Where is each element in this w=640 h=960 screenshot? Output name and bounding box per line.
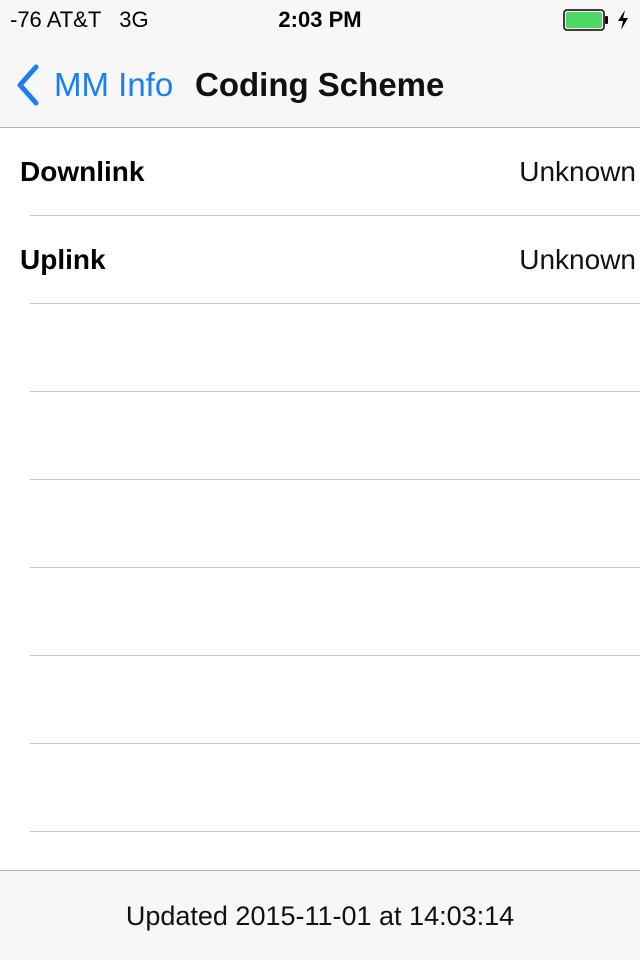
empty-row-separator xyxy=(30,391,640,392)
table-row-downlink: Downlink Unknown xyxy=(0,128,640,216)
empty-row-separator xyxy=(30,831,640,832)
empty-row-separator xyxy=(30,743,640,744)
row-label: Downlink xyxy=(20,156,145,187)
row-label: Uplink xyxy=(20,244,106,275)
row-value: Unknown xyxy=(519,156,636,187)
top-bar: -76 AT&T 3G 2:03 PM MM Info Coding Scheme xyxy=(0,0,640,128)
empty-row-separator xyxy=(30,655,640,656)
footer-toolbar: Updated 2015-11-01 at 14:03:14 xyxy=(0,870,640,960)
screen: -76 AT&T 3G 2:03 PM MM Info Coding Scheme… xyxy=(0,0,640,960)
empty-row-separator xyxy=(30,479,640,480)
back-button-label: MM Info xyxy=(54,66,174,103)
back-button[interactable]: MM Info xyxy=(14,60,173,110)
row-separator xyxy=(30,303,640,304)
table-row-uplink: Uplink Unknown xyxy=(0,216,640,304)
page-title: Coding Scheme xyxy=(195,66,445,103)
updated-timestamp: Updated 2015-11-01 at 14:03:14 xyxy=(125,901,515,931)
battery-charging-icon xyxy=(563,9,608,31)
status-time: 2:03 PM xyxy=(278,7,362,32)
empty-row-separator xyxy=(30,567,640,568)
chevron-left-icon xyxy=(17,64,39,106)
row-value: Unknown xyxy=(519,244,636,275)
bolt-icon xyxy=(618,10,628,30)
